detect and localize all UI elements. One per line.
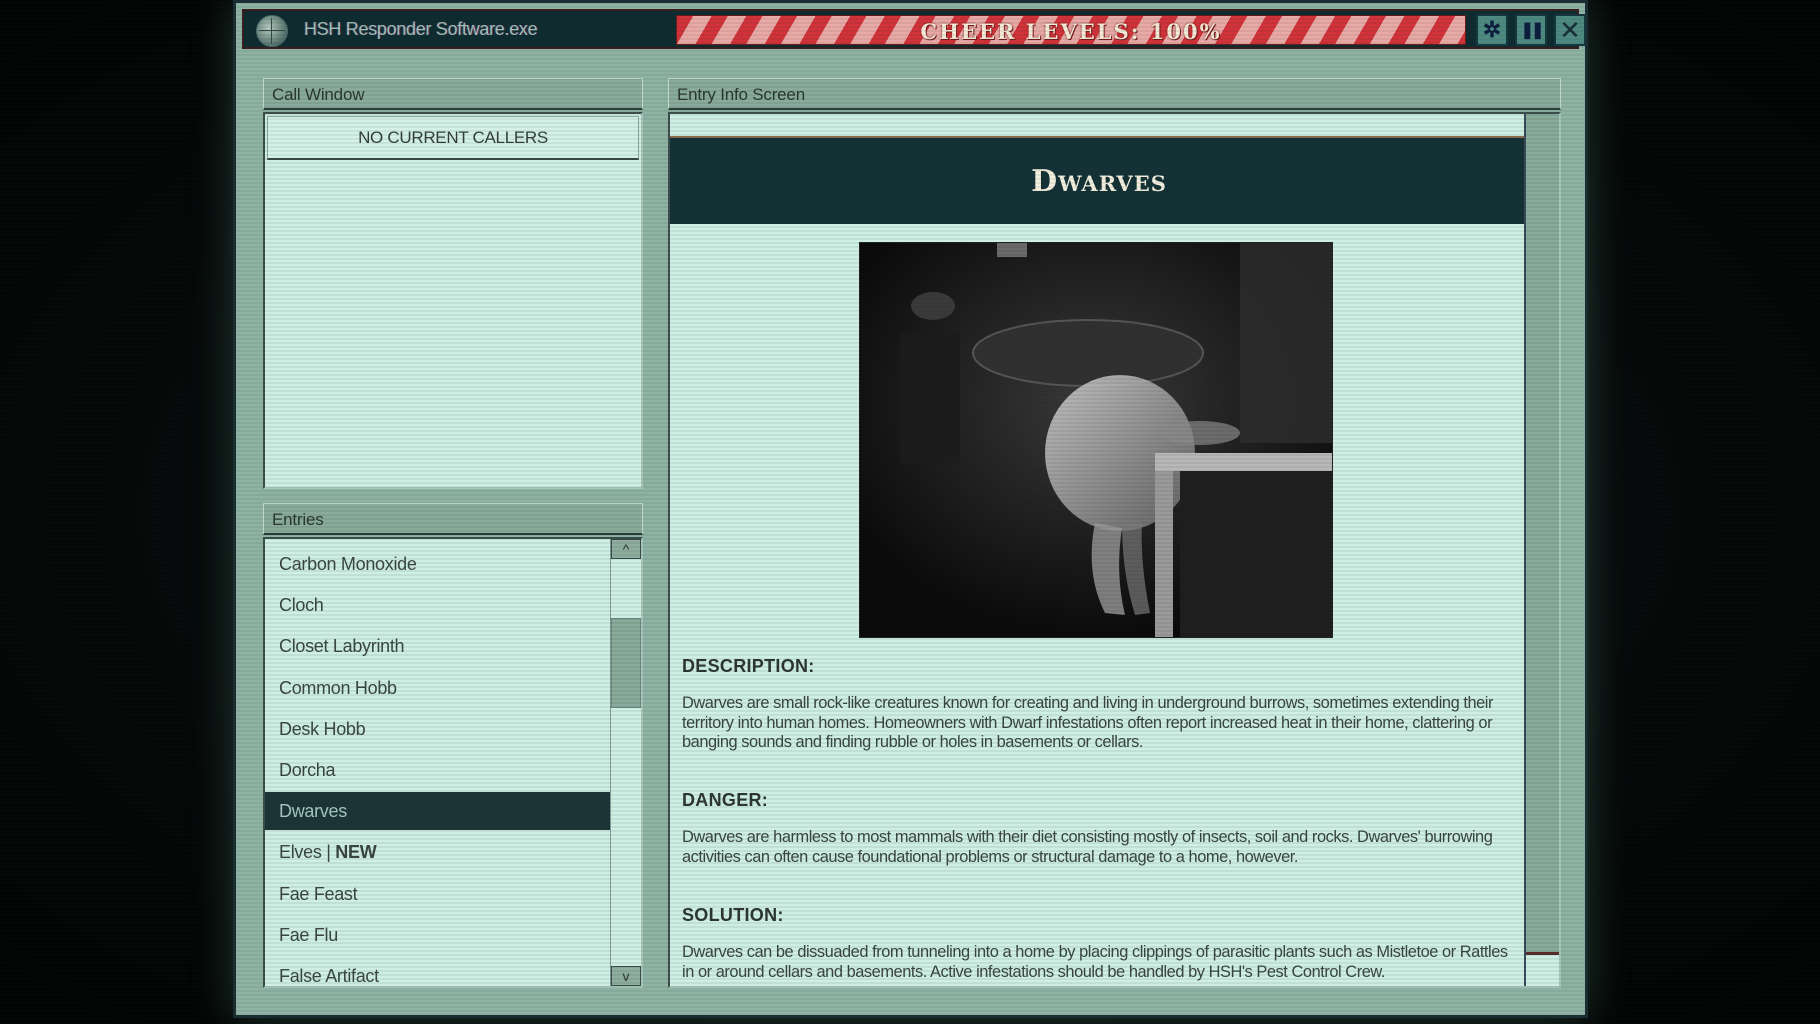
entries-header: Entries — [263, 503, 643, 535]
call-window-title: Call Window — [272, 85, 365, 104]
entries-title: Entries — [272, 510, 324, 529]
entry-item-label: Carbon Monoxide — [279, 554, 417, 574]
entry-item[interactable]: Carbon Monoxide — [265, 545, 611, 583]
gear-icon: ✲ — [1482, 17, 1502, 42]
entry-item-label: Desk Hobb — [279, 718, 366, 739]
close-icon: ✕ — [1559, 14, 1581, 45]
entry-item-label: Elves | — [279, 842, 336, 863]
call-window-header: Call Window — [263, 78, 643, 110]
description-heading: DESCRIPTION: — [682, 656, 815, 676]
scroll-up-button[interactable]: ^ — [611, 539, 641, 559]
entry-item-selected[interactable]: Dwarves — [265, 792, 611, 831]
dwarf-photo-illustration — [860, 243, 1332, 637]
entry-item-label: Common Hobb — [279, 677, 397, 698]
cheer-level-label: CHEER LEVELS: 100% — [920, 19, 1222, 44]
solution-heading: SOLUTION: — [682, 905, 784, 925]
entry-info-scrollbar[interactable] — [1524, 114, 1559, 986]
danger-text: Dwarves are harmless to most mammals wit… — [682, 828, 1493, 866]
entry-item-label: Fae Flu — [279, 924, 338, 945]
entry-item[interactable]: Elves | NEW — [265, 833, 611, 871]
entry-item[interactable]: Cloch — [265, 586, 611, 624]
pause-button[interactable]: ❚❚ — [1515, 14, 1547, 46]
caller-status: NO CURRENT CALLERS — [267, 116, 639, 160]
pause-icon: ❚❚ — [1520, 22, 1545, 39]
cheer-level-bar: CHEER LEVELS: 100% — [676, 15, 1466, 45]
entry-item[interactable]: Fae Feast — [265, 875, 611, 913]
entries-scrollbar[interactable]: ^ v — [610, 539, 641, 986]
entry-title: Dwarves — [1031, 163, 1167, 199]
entries-scroll-thumb[interactable] — [611, 618, 641, 708]
entry-item-label: Fae Feast — [279, 883, 358, 904]
entry-item[interactable]: Fae Flu — [265, 916, 611, 954]
app-window: HSH Responder Software.exe CHEER LEVELS:… — [233, 0, 1588, 1018]
scroll-down-button[interactable]: v — [611, 966, 641, 986]
entries-list: Carbon Monoxide Cloch Closet Labyrinth Comm… — [263, 537, 643, 988]
solution-text: Dwarves can be dissuaded from tunneling … — [682, 943, 1508, 981]
entry-info-scroll-thumb[interactable] — [1526, 114, 1559, 955]
entry-info-title: Entry Info Screen — [677, 85, 805, 104]
close-button[interactable]: ✕ — [1554, 14, 1586, 46]
description-text: Dwarves are small rock-like creatures kn… — [682, 694, 1493, 751]
globe-icon — [256, 15, 288, 47]
call-window-panel: NO CURRENT CALLERS — [263, 112, 643, 489]
entry-info-panel: Dwarves DESCRIPTION: Dwarves are small r… — [668, 112, 1561, 988]
entry-photo — [859, 242, 1333, 638]
settings-button[interactable]: ✲ — [1476, 14, 1508, 46]
entry-item[interactable]: Closet Labyrinth — [265, 627, 611, 665]
entry-item[interactable]: Desk Hobb — [265, 710, 611, 748]
entry-info-content: Dwarves DESCRIPTION: Dwarves are small r… — [670, 114, 1528, 986]
entry-item[interactable]: False Artifact — [265, 957, 611, 986]
new-badge: NEW — [335, 842, 377, 863]
entry-item[interactable]: Dorcha — [265, 751, 611, 789]
danger-heading: DANGER: — [682, 790, 769, 810]
entry-item-label: Dorcha — [279, 760, 336, 780]
entry-item[interactable]: Common Hobb — [265, 669, 611, 707]
entry-item-label: Closet Labyrinth — [279, 636, 405, 657]
app-title: HSH Responder Software.exe — [304, 19, 538, 39]
title-bar: HSH Responder Software.exe CHEER LEVELS:… — [242, 9, 1586, 49]
entry-info-header: Entry Info Screen — [668, 78, 1561, 110]
entry-item-label: False Artifact — [279, 966, 379, 986]
entry-item-label: Dwarves — [279, 801, 347, 822]
entry-item-label: Cloch — [279, 595, 324, 616]
entry-title-banner: Dwarves — [670, 136, 1528, 224]
